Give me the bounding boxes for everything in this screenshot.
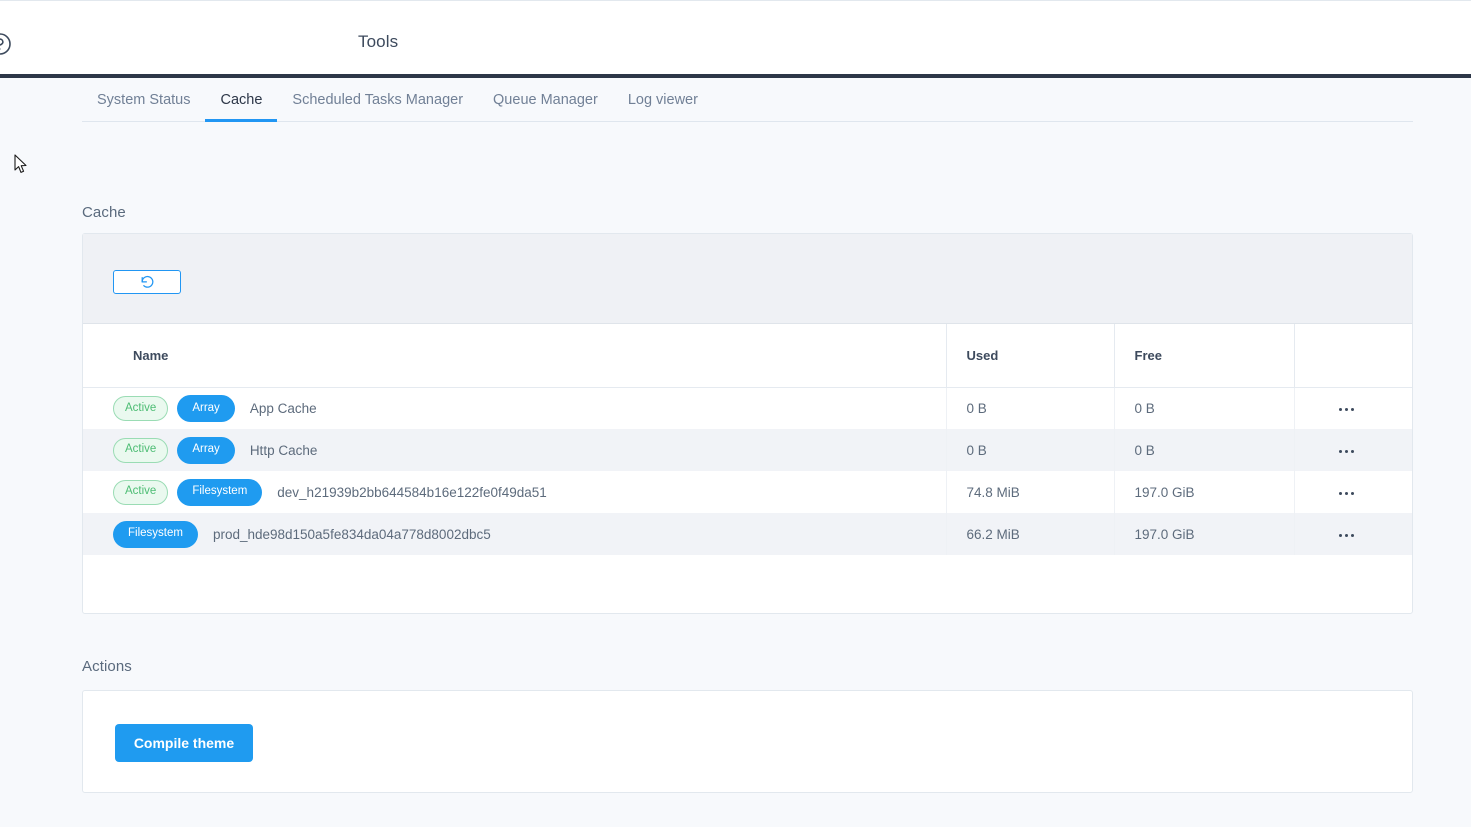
cell-name: Filesystem prod_hde98d150a5fe834da04a778…	[83, 513, 946, 555]
table-row[interactable]: Active Array App Cache 0 B 0 B	[83, 387, 1412, 429]
table-row[interactable]: Active Filesystem dev_h21939b2bb644584b1…	[83, 471, 1412, 513]
tab-cache[interactable]: Cache	[205, 92, 278, 122]
tab-queue-manager[interactable]: Queue Manager	[478, 92, 613, 121]
cell-used: 66.2 MiB	[945, 513, 1114, 555]
cache-table: Name Used Free Active Array App Cache 0 …	[83, 324, 1412, 555]
help-circle-icon[interactable]	[0, 32, 12, 56]
table-row[interactable]: Active Array Http Cache 0 B 0 B	[83, 429, 1412, 471]
tab-log-viewer[interactable]: Log viewer	[613, 92, 713, 121]
cell-name: Active Filesystem dev_h21939b2bb644584b1…	[83, 471, 946, 513]
status-badge: Active	[113, 479, 169, 505]
cell-used: 74.8 MiB	[945, 471, 1114, 513]
cache-name: App Cache	[249, 400, 317, 416]
table-row[interactable]: Filesystem prod_hde98d150a5fe834da04a778…	[83, 513, 1412, 555]
refresh-ccw-icon	[140, 275, 155, 290]
column-header-actions	[1293, 324, 1412, 388]
cache-section-label: Cache	[82, 204, 126, 221]
column-header-name: Name	[83, 324, 946, 388]
cache-card: Name Used Free Active Array App Cache 0 …	[82, 233, 1413, 614]
compile-theme-button[interactable]: Compile theme	[115, 724, 253, 762]
type-badge: Array	[177, 436, 235, 464]
cell-used: 0 B	[945, 429, 1114, 471]
ellipsis-icon[interactable]	[1335, 486, 1358, 501]
cell-actions	[1293, 429, 1412, 471]
cell-actions	[1293, 471, 1412, 513]
cell-used: 0 B	[945, 387, 1114, 429]
cell-free: 0 B	[1113, 387, 1294, 429]
cell-free: 197.0 GiB	[1113, 471, 1294, 513]
actions-card: Compile theme	[82, 690, 1413, 793]
cell-actions	[1293, 513, 1412, 555]
ellipsis-icon[interactable]	[1335, 528, 1358, 543]
column-header-free: Free	[1113, 324, 1294, 388]
cache-name: prod_hde98d150a5fe834da04a778d8002dbc5	[212, 526, 491, 542]
cell-free: 0 B	[1113, 429, 1294, 471]
type-badge: Filesystem	[177, 478, 263, 506]
cell-actions	[1293, 387, 1412, 429]
app-header: Tools	[0, 1, 1471, 74]
column-header-used: Used	[945, 324, 1114, 388]
ellipsis-icon[interactable]	[1335, 444, 1358, 459]
cell-free: 197.0 GiB	[1113, 513, 1294, 555]
refresh-button[interactable]	[113, 270, 181, 294]
table-header-row: Name Used Free	[83, 324, 1412, 388]
tab-bar: System Status Cache Scheduled Tasks Mana…	[82, 78, 1413, 122]
status-badge: Active	[113, 437, 169, 463]
ellipsis-icon[interactable]	[1335, 402, 1358, 417]
cache-toolbar	[83, 234, 1412, 324]
page-title: Tools	[358, 32, 399, 51]
cell-name: Active Array App Cache	[83, 387, 946, 429]
type-badge: Array	[177, 394, 235, 422]
status-badge: Active	[113, 395, 169, 421]
cell-name: Active Array Http Cache	[83, 429, 946, 471]
tab-scheduled-tasks-manager[interactable]: Scheduled Tasks Manager	[277, 92, 478, 121]
actions-section-label: Actions	[82, 658, 132, 675]
cache-name: Http Cache	[249, 442, 318, 458]
tab-system-status[interactable]: System Status	[82, 92, 205, 121]
mouse-cursor	[14, 154, 28, 175]
cache-name: dev_h21939b2bb644584b16e122fe0f49da51	[277, 484, 547, 500]
type-badge: Filesystem	[113, 520, 198, 548]
